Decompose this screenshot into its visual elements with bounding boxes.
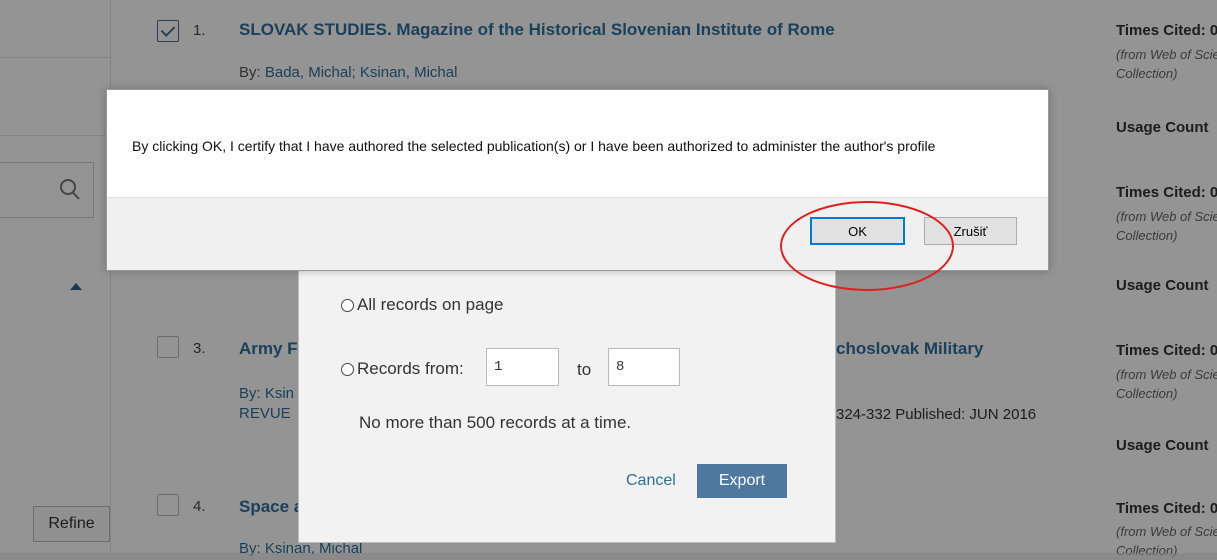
radio-records-range[interactable]: Records from: <box>341 359 464 379</box>
records-limit-note: No more than 500 records at a time. <box>359 413 632 432</box>
records-to-input[interactable]: 8 <box>608 348 680 386</box>
export-records-dialog: All records on page Records from: 1 to 8… <box>298 262 836 543</box>
radio-all-records-label: All records on page <box>357 295 504 314</box>
radio-all-records[interactable]: All records on page <box>341 295 503 315</box>
certify-message: By clicking OK, I certify that I have au… <box>132 138 936 154</box>
records-to-label: to <box>577 360 592 379</box>
export-cancel-link[interactable]: Cancel <box>626 472 676 490</box>
export-button[interactable]: Export <box>697 464 787 498</box>
radio-button[interactable] <box>341 362 354 376</box>
radio-button[interactable] <box>341 298 354 312</box>
radio-records-range-label: Records from: <box>357 359 464 378</box>
annotation-ellipse <box>780 201 954 291</box>
records-from-input[interactable]: 1 <box>486 348 559 386</box>
